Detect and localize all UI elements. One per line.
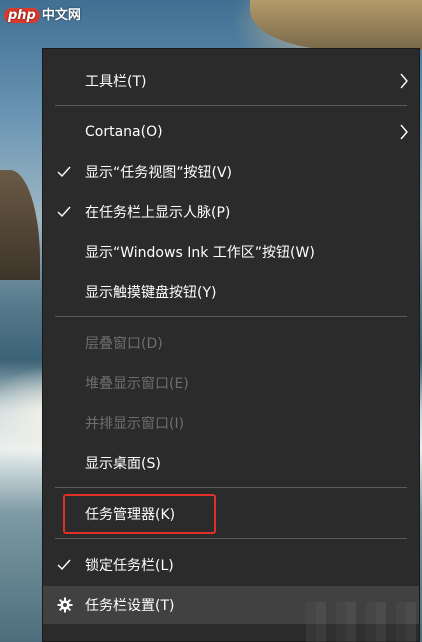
wallpaper-rock-left [0,170,40,280]
menu-item-label: 任务栏设置(T) [85,598,175,614]
menu-item-lock-taskbar[interactable]: 锁定任务栏(L) [43,546,419,584]
checkmark-icon [57,206,71,218]
menu-item-side-by-side-windows: 并排显示窗口(I) [43,404,419,442]
menu-item-label: 显示“任务视图”按钮(V) [85,165,233,181]
wallpaper-rock-top [250,0,422,50]
menu-item-show-people[interactable]: 在任务栏上显示人脉(P) [43,193,419,231]
menu-item-show-task-view-button[interactable]: 显示“任务视图”按钮(V) [43,153,419,191]
menu-item-show-desktop[interactable]: 显示桌面(S) [43,444,419,482]
annotation-highlight-box [63,494,216,534]
menu-item-label: 层叠窗口(D) [85,336,163,352]
watermark-text: 中文网 [41,8,81,23]
menu-item-label: 显示桌面(S) [85,456,161,472]
desktop-wallpaper: php中文网 工具栏(T) Cortana(O) 显示“任务视图”按钮(V) [0,0,422,642]
menu-item-label: 并排显示窗口(I) [85,416,185,432]
menu-item-label: 堆叠显示窗口(E) [85,376,189,392]
chevron-right-icon [400,73,408,89]
menu-item-label: 在任务栏上显示人脉(P) [85,205,231,221]
checkmark-icon [57,559,71,571]
menu-item-show-touch-keyboard-button[interactable]: 显示触摸键盘按钮(Y) [43,273,419,311]
menu-separator [55,316,407,317]
checkmark-icon [57,166,71,178]
menu-item-label: 显示触摸键盘按钮(Y) [85,285,217,301]
chevron-right-icon [400,124,408,140]
taskbar-context-menu: 工具栏(T) Cortana(O) 显示“任务视图”按钮(V) 在任务栏上显示人… [42,48,420,642]
menu-item-label: 显示“Windows Ink 工作区”按钮(W) [85,245,315,261]
menu-item-label: Cortana(O) [85,124,163,140]
pixelated-region [306,602,416,642]
menu-item-stack-windows: 堆叠显示窗口(E) [43,364,419,402]
menu-separator [55,538,407,539]
menu-item-cascade-windows: 层叠窗口(D) [43,324,419,362]
menu-item-toolbars[interactable]: 工具栏(T) [43,62,419,100]
menu-item-show-windows-ink-button[interactable]: 显示“Windows Ink 工作区”按钮(W) [43,233,419,271]
menu-separator [55,105,407,106]
gear-icon [57,597,73,613]
menu-item-label: 锁定任务栏(L) [85,558,174,574]
menu-item-label: 工具栏(T) [85,74,147,90]
menu-item-cortana[interactable]: Cortana(O) [43,113,419,151]
menu-separator [55,487,407,488]
site-watermark: php 中文网 [4,4,81,23]
watermark-badge: php [4,8,40,23]
